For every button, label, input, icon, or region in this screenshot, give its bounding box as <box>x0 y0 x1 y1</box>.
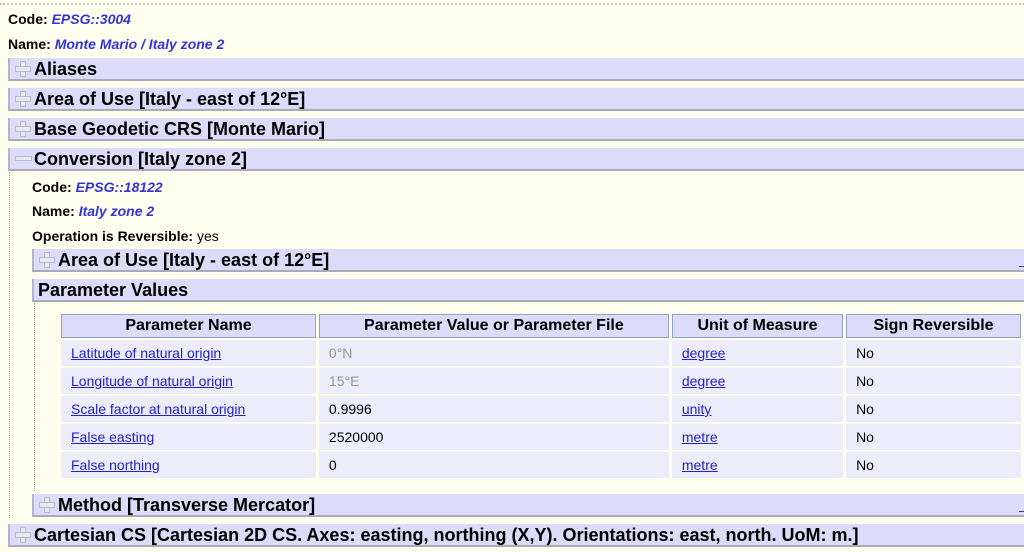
parameter-value: 15°E <box>318 368 669 394</box>
top-divider <box>0 3 1024 5</box>
section-cartesian-cs[interactable]: Cartesian CS [Cartesian 2D CS. Axes: eas… <box>8 524 1024 547</box>
column-header-parameter-value: Parameter Value or Parameter File <box>318 314 669 338</box>
expand-icon <box>38 496 56 514</box>
crs-code-value: EPSG::3004 <box>51 11 131 27</box>
parameter-name-link[interactable]: False easting <box>71 429 154 445</box>
crs-code: Code: EPSG::3004 <box>8 11 131 27</box>
table-row: False northing 0 metre No <box>61 452 1021 478</box>
conversion-name: Name: Italy zone 2 <box>32 203 154 219</box>
conversion-code-label: Code: <box>32 179 72 195</box>
sign-reversible: No <box>846 396 1021 422</box>
sign-reversible: No <box>846 340 1021 366</box>
parameter-name-cell: Latitude of natural origin <box>61 340 316 366</box>
section-title: Area of Use [Italy - east of 12°E] <box>34 88 306 109</box>
crs-name-value: Monte Mario / Italy zone 2 <box>54 36 225 52</box>
crs-name-label: Name: <box>8 36 51 52</box>
parameter-name-cell: Scale factor at natural origin <box>61 396 316 422</box>
conversion-reversible-value: yes <box>196 228 219 244</box>
parameter-value: 0 <box>318 452 669 478</box>
parameter-name-link[interactable]: False northing <box>71 457 160 473</box>
section-area-of-use[interactable]: Area of Use [Italy - east of 12°E] <box>8 88 1024 111</box>
conversion-tree-line <box>9 172 10 518</box>
unit-link[interactable]: unity <box>682 401 712 417</box>
sign-reversible: No <box>846 424 1021 450</box>
column-header-unit: Unit of Measure <box>671 314 844 338</box>
unit-cell: metre <box>671 424 844 450</box>
section-title: Cartesian CS [Cartesian 2D CS. Axes: eas… <box>34 524 859 545</box>
section-title: Area of Use [Italy - east of 12°E] <box>58 249 330 270</box>
section-title: Base Geodetic CRS [Monte Mario] <box>34 118 326 139</box>
parameter-name-link[interactable]: Latitude of natural origin <box>71 345 221 361</box>
unit-link[interactable]: degree <box>682 373 726 389</box>
parameter-value: 0.9996 <box>318 396 669 422</box>
expand-icon <box>14 60 32 78</box>
column-header-sign-reversible: Sign Reversible <box>846 314 1021 338</box>
collapse-icon <box>14 150 32 168</box>
unit-link[interactable]: metre <box>682 429 718 445</box>
table-row: False easting 2520000 metre No <box>61 424 1021 450</box>
section-base-geodetic-crs[interactable]: Base Geodetic CRS [Monte Mario] <box>8 118 1024 141</box>
conversion-reversible: Operation is Reversible: yes <box>32 228 219 244</box>
parameter-name-cell: False northing <box>61 452 316 478</box>
expand-icon <box>14 526 32 544</box>
parameter-name-cell: False easting <box>61 424 316 450</box>
sign-reversible: No <box>846 368 1021 394</box>
unit-cell: degree <box>671 368 844 394</box>
section-title: Conversion [Italy zone 2] <box>34 148 248 169</box>
parameter-value: 2520000 <box>318 424 669 450</box>
expand-icon <box>38 251 56 269</box>
table-header-row: Parameter Name Parameter Value or Parame… <box>61 314 1021 338</box>
truncated-link[interactable] <box>1019 254 1024 267</box>
section-conversion[interactable]: Conversion [Italy zone 2] <box>8 148 1024 171</box>
sign-reversible: No <box>846 452 1021 478</box>
conversion-reversible-label: Operation is Reversible: <box>32 228 194 244</box>
expand-icon <box>14 120 32 138</box>
unit-cell: metre <box>671 452 844 478</box>
conversion-code: Code: EPSG::18122 <box>32 179 163 195</box>
unit-link[interactable]: metre <box>682 457 718 473</box>
parameter-name-link[interactable]: Scale factor at natural origin <box>71 401 245 417</box>
conversion-code-value: EPSG::18122 <box>75 179 163 195</box>
column-header-parameter-name: Parameter Name <box>61 314 316 338</box>
section-aliases[interactable]: Aliases <box>8 58 1024 81</box>
section-title: Parameter Values <box>38 279 189 300</box>
unit-cell: unity <box>671 396 844 422</box>
parameter-name-link[interactable]: Longitude of natural origin <box>71 373 233 389</box>
conversion-name-value: Italy zone 2 <box>78 203 155 219</box>
parameter-value: 0°N <box>318 340 669 366</box>
conversion-area-of-use[interactable]: Area of Use [Italy - east of 12°E] <box>32 249 1024 272</box>
parameter-tree-line <box>34 303 35 491</box>
parameter-name-cell: Longitude of natural origin <box>61 368 316 394</box>
section-title: Method [Transverse Mercator] <box>58 494 316 515</box>
parameter-values-section: Parameter Values <box>32 279 1024 302</box>
crs-name: Name: Monte Mario / Italy zone 2 <box>8 36 224 52</box>
section-title: Aliases <box>34 58 98 79</box>
table-row: Latitude of natural origin 0°N degree No <box>61 340 1021 366</box>
truncated-link[interactable] <box>1019 499 1024 512</box>
table-row: Longitude of natural origin 15°E degree … <box>61 368 1021 394</box>
unit-cell: degree <box>671 340 844 366</box>
conversion-name-label: Name: <box>32 203 75 219</box>
crs-code-label: Code: <box>8 11 48 27</box>
table-row: Scale factor at natural origin 0.9996 un… <box>61 396 1021 422</box>
expand-icon <box>14 90 32 108</box>
unit-link[interactable]: degree <box>682 345 726 361</box>
conversion-method[interactable]: Method [Transverse Mercator] <box>32 494 1024 517</box>
parameters-table: Parameter Name Parameter Value or Parame… <box>58 312 1024 480</box>
